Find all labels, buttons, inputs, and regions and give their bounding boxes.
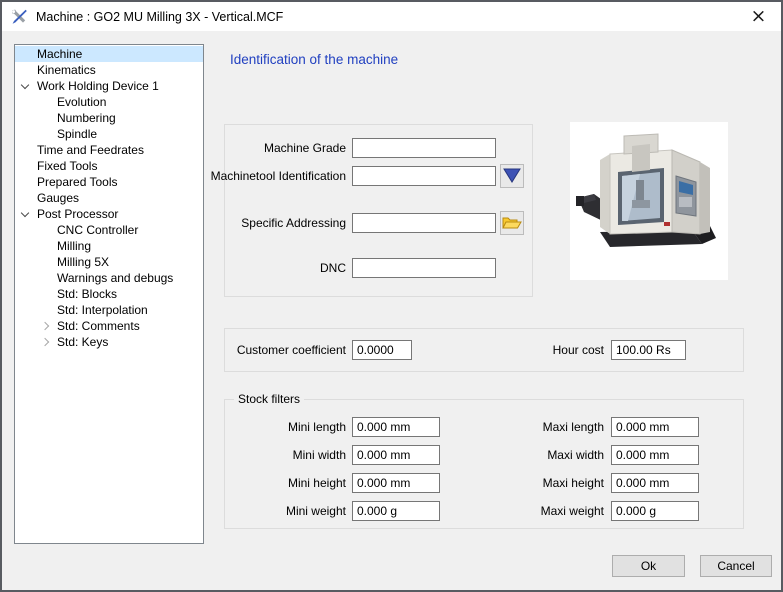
tree: Machine Kinematics Work Holding Device 1…: [14, 44, 204, 544]
maxi-label: Maxi weight: [541, 501, 604, 521]
tree-item[interactable]: Post Processor: [15, 206, 203, 222]
stock-filters-group: Stock filters Mini length Maxi length Mi…: [224, 399, 744, 529]
tree-item-label: Gauges: [15, 190, 203, 206]
tools-icon: [10, 8, 28, 26]
tree-item[interactable]: Prepared Tools: [15, 174, 203, 190]
tree-item[interactable]: Std: Comments: [15, 318, 203, 334]
tree-item[interactable]: Gauges: [15, 190, 203, 206]
stock-filter-row: Mini length Maxi length: [225, 417, 743, 437]
tree-item[interactable]: Spindle: [15, 126, 203, 142]
tree-item-label: CNC Controller: [15, 222, 203, 238]
hour-cost-label: Hour cost: [553, 340, 604, 360]
mini-label: Mini width: [293, 445, 346, 465]
mini-label: Mini length: [288, 417, 346, 437]
hour-cost-input[interactable]: [611, 340, 686, 360]
tree-item[interactable]: Evolution: [15, 94, 203, 110]
costs-group: Customer coefficient Hour cost: [224, 328, 744, 372]
tree-item[interactable]: Fixed Tools: [15, 158, 203, 174]
customer-coefficient-label: Customer coefficient: [237, 340, 346, 360]
open-folder-icon: [502, 215, 522, 231]
tree-item[interactable]: Milling: [15, 238, 203, 254]
maxi-label: Maxi height: [543, 473, 604, 493]
window-title: Machine : GO2 MU Milling 3X - Vertical.M…: [36, 10, 283, 24]
tree-item[interactable]: Time and Feedrates: [15, 142, 203, 158]
tree-item-label: Numbering: [15, 110, 203, 126]
tree-item[interactable]: Milling 5X: [15, 254, 203, 270]
customer-coefficient-input[interactable]: [352, 340, 412, 360]
mini-input[interactable]: [352, 501, 440, 521]
tree-item-label: Post Processor: [15, 206, 203, 222]
mini-input[interactable]: [352, 445, 440, 465]
maxi-input[interactable]: [611, 445, 699, 465]
close-button[interactable]: ×: [736, 2, 781, 31]
tree-item-label: Spindle: [15, 126, 203, 142]
stock-filter-row: Mini height Maxi height: [225, 473, 743, 493]
tree-item-label: Time and Feedrates: [15, 142, 203, 158]
tree-item-label: Std: Blocks: [15, 286, 203, 302]
specific-addressing-input[interactable]: [352, 213, 496, 233]
specific-addressing-label: Specific Addressing: [241, 213, 346, 233]
tree-item-label: Machine: [15, 46, 203, 62]
mini-label: Mini height: [288, 473, 346, 493]
tree-item-label: Fixed Tools: [15, 158, 203, 174]
tree-item[interactable]: Numbering: [15, 110, 203, 126]
identification-group: Machine Grade Machinetool Identification…: [224, 124, 533, 297]
stock-filter-row: Mini width Maxi width: [225, 445, 743, 465]
machinetool-identification-dropdown-button[interactable]: [500, 164, 524, 188]
mini-input[interactable]: [352, 417, 440, 437]
tree-item-label: Kinematics: [15, 62, 203, 78]
machine-grade-label: Machine Grade: [264, 138, 346, 158]
tree-item[interactable]: Machine: [15, 46, 203, 62]
machinetool-identification-label: Machinetool Identification: [211, 166, 346, 186]
stock-filter-row: Mini weight Maxi weight: [225, 501, 743, 521]
tree-item-label: Work Holding Device 1: [15, 78, 203, 94]
maxi-label: Maxi length: [543, 417, 604, 437]
tree-item[interactable]: Std: Blocks: [15, 286, 203, 302]
triangle-down-icon: [503, 168, 521, 184]
dnc-input[interactable]: [352, 258, 496, 278]
page-title: Identification of the machine: [230, 52, 398, 67]
tree-item-label: Std: Interpolation: [15, 302, 203, 318]
maxi-input[interactable]: [611, 501, 699, 521]
maxi-input[interactable]: [611, 473, 699, 493]
machine-dialog: Machine : GO2 MU Milling 3X - Vertical.M…: [0, 0, 783, 592]
tree-item[interactable]: Work Holding Device 1: [15, 78, 203, 94]
tree-item-label: Milling 5X: [15, 254, 203, 270]
mini-input[interactable]: [352, 473, 440, 493]
mini-label: Mini weight: [286, 501, 346, 521]
tree-item-label: Milling: [15, 238, 203, 254]
tree-item-label: Prepared Tools: [15, 174, 203, 190]
cancel-button[interactable]: Cancel: [700, 555, 772, 577]
browse-folder-button[interactable]: [500, 211, 524, 235]
machinetool-identification-input[interactable]: [352, 166, 496, 186]
ok-button[interactable]: Ok: [612, 555, 685, 577]
tree-item-label: Evolution: [15, 94, 203, 110]
dnc-label: DNC: [320, 258, 346, 278]
stock-filters-legend: Stock filters: [234, 392, 304, 406]
maxi-label: Maxi width: [547, 445, 604, 465]
tree-item[interactable]: Std: Keys: [15, 334, 203, 350]
tree-item-label: Warnings and debugs: [15, 270, 203, 286]
tree-item[interactable]: Warnings and debugs: [15, 270, 203, 286]
machine-photo: [570, 122, 728, 280]
tree-item[interactable]: CNC Controller: [15, 222, 203, 238]
maxi-input[interactable]: [611, 417, 699, 437]
tree-item[interactable]: Kinematics: [15, 62, 203, 78]
titlebar: Machine : GO2 MU Milling 3X - Vertical.M…: [2, 2, 781, 31]
machine-grade-input[interactable]: [352, 138, 496, 158]
tree-item[interactable]: Std: Interpolation: [15, 302, 203, 318]
